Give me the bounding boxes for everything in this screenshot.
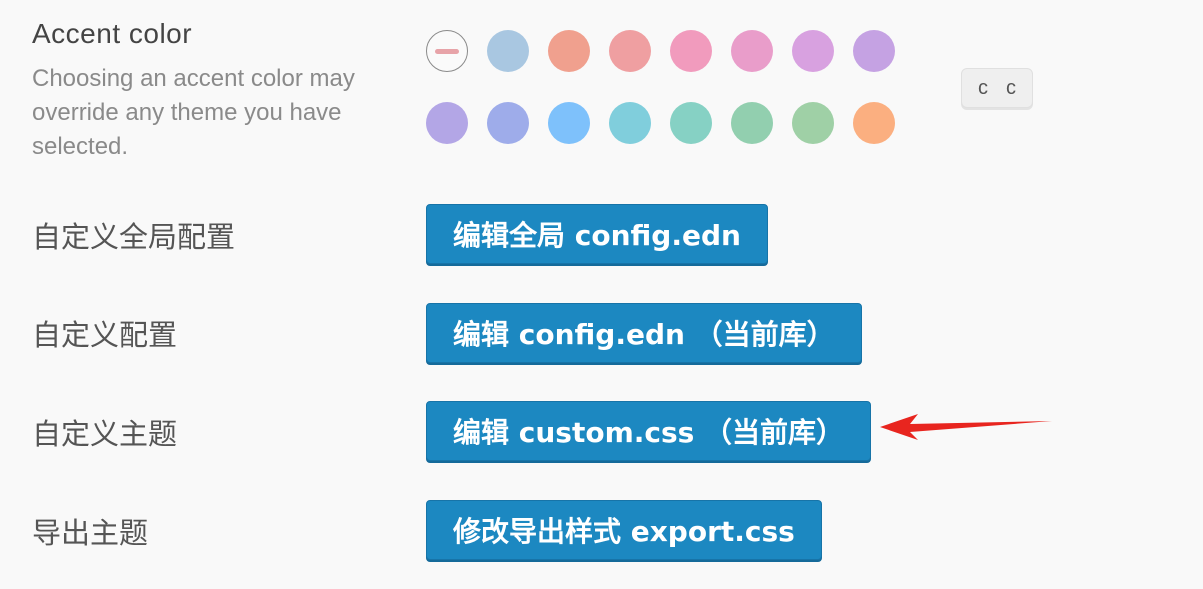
swatch-blue-gray[interactable] — [487, 30, 529, 72]
swatch-grass[interactable] — [792, 102, 834, 144]
swatch-red[interactable] — [609, 30, 651, 72]
edit-custom-css-button[interactable]: 编辑 custom.css （当前库） — [426, 401, 872, 461]
swatch-blue[interactable] — [548, 102, 590, 144]
custom-theme-label: 自定义主题 — [32, 417, 178, 451]
swatch-cyan[interactable] — [609, 102, 651, 144]
shortcut-key-2: c — [1006, 76, 1016, 99]
custom-global-config-label: 自定义全局配置 — [32, 220, 236, 254]
shortcut-hint: c c — [961, 68, 1033, 108]
swatch-indigo[interactable] — [487, 102, 529, 144]
accent-color-description: Choosing an accent color may override an… — [32, 65, 355, 160]
shortcut-key-1: c — [978, 76, 988, 99]
minus-icon — [435, 48, 459, 54]
swatch-teal[interactable] — [670, 102, 712, 144]
swatch-none[interactable] — [426, 30, 468, 72]
swatch-crimson[interactable] — [670, 30, 712, 72]
edit-export-css-button[interactable]: 修改导出样式 export.css — [426, 500, 822, 560]
swatch-tomato[interactable] — [548, 30, 590, 72]
red-arrow-icon — [880, 414, 1052, 440]
accent-color-title: Accent color — [32, 18, 193, 49]
export-theme-label: 导出主题 — [32, 516, 149, 550]
swatch-pink[interactable] — [731, 30, 773, 72]
custom-config-label: 自定义配置 — [32, 318, 178, 352]
edit-global-config-button[interactable]: 编辑全局 config.edn — [426, 204, 768, 264]
accent-color-picker — [426, 30, 895, 174]
swatch-green[interactable] — [731, 102, 773, 144]
edit-config-button[interactable]: 编辑 config.edn （当前库） — [426, 303, 862, 363]
swatch-violet[interactable] — [426, 102, 468, 144]
swatch-row-1 — [426, 30, 895, 72]
swatch-purple[interactable] — [853, 30, 895, 72]
swatch-plum[interactable] — [792, 30, 834, 72]
swatch-row-2 — [426, 102, 895, 144]
swatch-orange[interactable] — [853, 102, 895, 144]
